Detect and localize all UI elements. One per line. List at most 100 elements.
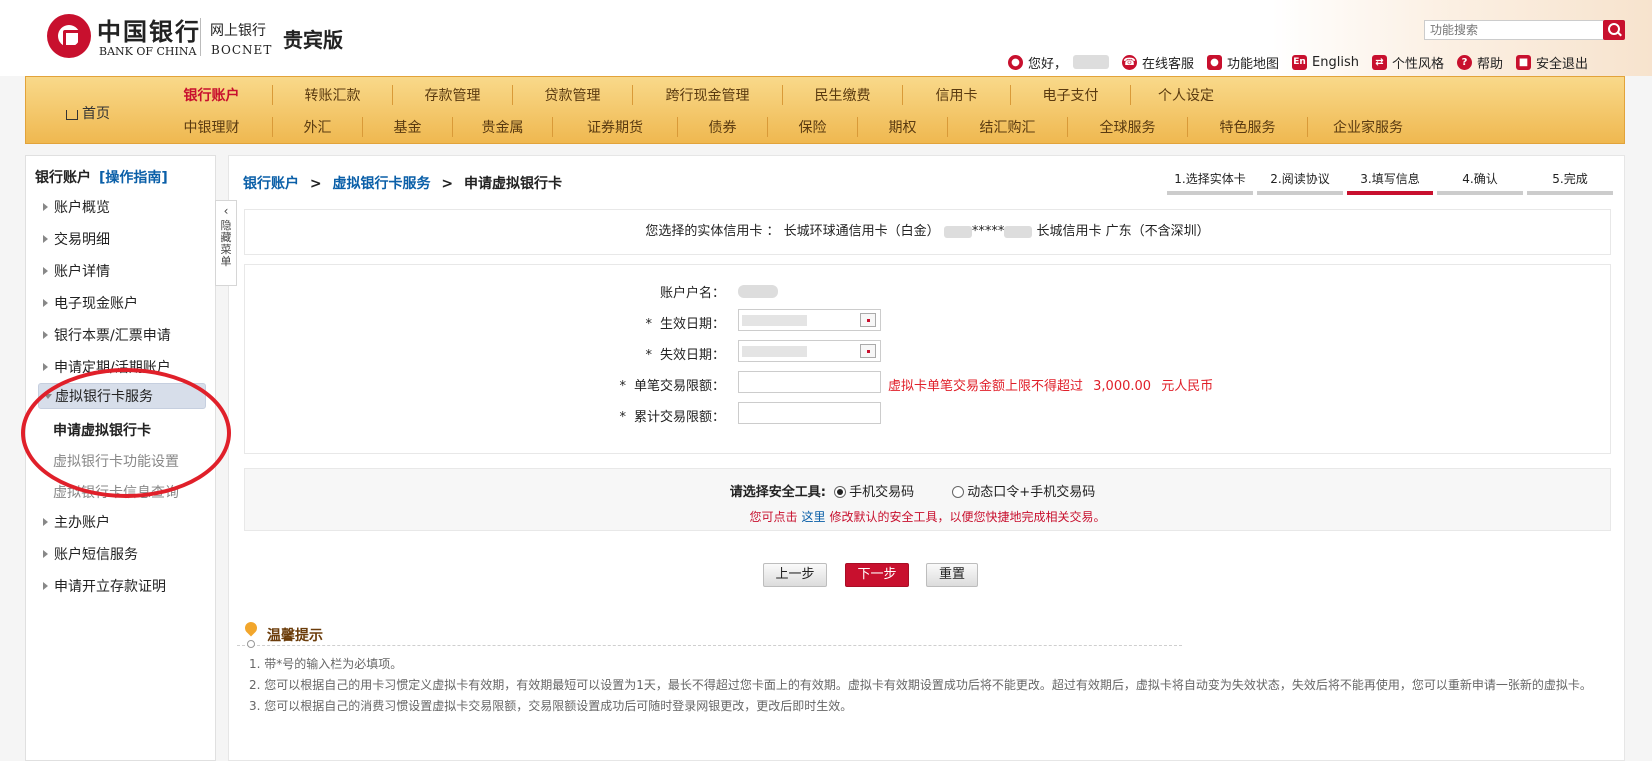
calendar-icon[interactable] (860, 313, 876, 327)
sidebar-item-sms[interactable]: 账户短信服务 (26, 542, 217, 568)
nav-item[interactable]: 民生缴费 (783, 85, 903, 105)
breadcrumb-sep: > (441, 176, 454, 192)
sidebar: 银行账户 [操作指南] 账户概览 交易明细 账户详情 电子现金账户 银行本票/汇票… (25, 155, 216, 761)
sidebar-item-virtual-card[interactable]: 虚拟银行卡服务 (38, 383, 206, 409)
step-item-current: 3.填写信息 (1347, 170, 1433, 195)
step-item: 1.选择实体卡 (1167, 170, 1253, 195)
required-mark: * (619, 379, 626, 394)
link-logout[interactable]: ■ 安全退出 (1516, 53, 1588, 72)
sidebar-item-overview[interactable]: 账户概览 (26, 195, 217, 221)
security-tool-section: 请选择安全工具: 手机交易码 动态口令+手机交易码 您可点击 这里 修改默认的安全工… (244, 468, 1611, 531)
chevron-right-icon (43, 267, 48, 275)
nav-item[interactable]: 基金 (363, 117, 453, 137)
next-button[interactable]: 下一步 (845, 563, 909, 587)
main-panel: 银行账户 > 虚拟银行卡服务 > 申请虚拟银行卡 1.选择实体卡 2.阅读协议 … (228, 155, 1625, 761)
nav-item[interactable]: 电子支付 (1011, 85, 1131, 105)
nav-item[interactable]: 特色服务 (1188, 117, 1308, 137)
nav-item[interactable]: 企业家服务 (1308, 117, 1428, 137)
nav-item[interactable]: 期权 (858, 117, 948, 137)
logo-cn-text: 中国银行 (97, 17, 201, 46)
logo-en-text: BANK OF CHINA (99, 45, 197, 58)
calendar-icon[interactable] (860, 344, 876, 358)
edition-label: 贵宾版 (283, 28, 343, 52)
nav-item[interactable]: 外汇 (273, 117, 363, 137)
label-text: 失效日期： (659, 348, 725, 363)
prev-button[interactable]: 上一步 (763, 563, 827, 587)
nav-home[interactable]: 首页 (66, 103, 110, 123)
lock-icon: ■ (1516, 54, 1532, 70)
security-options: 请选择安全工具: 手机交易码 动态口令+手机交易码 (245, 481, 1610, 500)
main-nav: 首页 银行账户 转账汇款 存款管理 贷款管理 跨行现金管理 民生缴费 信用卡 电… (25, 76, 1625, 144)
start-date-field[interactable] (738, 309, 881, 331)
nav-item[interactable]: 信用卡 (903, 85, 1011, 105)
link-english[interactable]: En English (1292, 54, 1359, 70)
search-icon[interactable] (1603, 20, 1625, 40)
nav-item[interactable]: 债券 (678, 117, 768, 137)
breadcrumb-link[interactable]: 银行账户 (243, 176, 299, 192)
link-online-service[interactable]: ☎ 在线客服 (1122, 53, 1194, 72)
step-item: 2.阅读协议 (1257, 170, 1343, 195)
option-label[interactable]: 手机交易码 (849, 485, 914, 500)
nav-row-1: 银行账户 转账汇款 存款管理 贷款管理 跨行现金管理 民生缴费 信用卡 电子支付… (151, 80, 1241, 110)
breadcrumb-link[interactable]: 虚拟银行卡服务 (332, 176, 430, 192)
nav-item[interactable]: 证券期货 (553, 117, 678, 137)
total-limit-label: * 累计交易限额： (619, 406, 725, 425)
sidebar-item-ecash[interactable]: 电子现金账户 (26, 291, 217, 317)
chevron-right-icon (43, 203, 48, 211)
user-greeting: ● 您好， (1008, 53, 1110, 72)
nav-home-label: 首页 (82, 106, 110, 122)
header: 中国银行 BANK OF CHINA 网上银行 BOCNET 贵宾版 ● 您好，… (0, 0, 1652, 76)
sidebar-item-deposit-cert[interactable]: 申请开立存款证明 (26, 574, 217, 600)
app-root: 中国银行 BANK OF CHINA 网上银行 BOCNET 贵宾版 ● 您好，… (0, 0, 1652, 761)
bank-logo-icon[interactable] (47, 14, 91, 58)
security-title: 请选择安全工具: (729, 485, 826, 500)
nav-item[interactable]: 贷款管理 (513, 85, 633, 105)
nav-item[interactable]: 转账汇款 (273, 85, 393, 105)
tips-dot (247, 640, 255, 648)
sidebar-item-draft[interactable]: 银行本票/汇票申请 (26, 323, 217, 349)
account-name-label: 账户户名： (659, 286, 725, 301)
sidebar-item-transactions[interactable]: 交易明细 (26, 227, 217, 253)
nav-item[interactable]: 全球服务 (1068, 117, 1188, 137)
tips-divider (237, 645, 1182, 646)
nav-row-2: 中银理财 外汇 基金 贵金属 证券期货 债券 保险 期权 结汇购汇 全球服务 特… (151, 112, 1428, 142)
end-date-field[interactable] (738, 340, 881, 362)
sidebar-item-label: 账户短信服务 (54, 547, 138, 563)
sidebar-subitem-settings[interactable]: 虚拟银行卡功能设置 (53, 451, 179, 471)
collapse-menu-tab[interactable]: ‹ 隐 藏 菜 单 (215, 200, 237, 286)
nav-item[interactable]: 跨行现金管理 (633, 85, 783, 105)
step-item: 5.完成 (1527, 170, 1613, 195)
sidebar-subitem-apply[interactable]: 申请虚拟银行卡 (53, 420, 151, 440)
nav-item[interactable]: 存款管理 (393, 85, 513, 105)
link-function-map[interactable]: ● 功能地图 (1207, 53, 1279, 72)
sidebar-title-text: 银行账户 (35, 170, 91, 186)
option-label[interactable]: 动态口令+手机交易码 (967, 485, 1095, 500)
sidebar-subitem-query[interactable]: 虚拟银行卡信息查询 (53, 482, 179, 502)
start-date-label: * 生效日期： (645, 313, 725, 332)
nav-item[interactable]: 个人设定 (1131, 85, 1241, 105)
link-help[interactable]: ? 帮助 (1457, 53, 1503, 72)
chevron-right-icon (43, 518, 48, 526)
breadcrumb-current: 申请虚拟银行卡 (463, 176, 562, 192)
nav-item[interactable]: 贵金属 (453, 117, 553, 137)
label-text: 单笔交易限额： (633, 379, 725, 394)
operation-guide-link[interactable]: [操作指南] (99, 170, 168, 186)
nav-item[interactable]: 结汇购汇 (948, 117, 1068, 137)
radio-token-sms[interactable] (952, 485, 965, 498)
nav-item[interactable]: 中银理财 (151, 117, 273, 137)
reset-button[interactable]: 重置 (926, 563, 978, 587)
card-form: 账户户名： * 生效日期： * 失效日期： * 单笔交易限额： 虚拟卡单笔交易金额上限… (244, 264, 1611, 454)
sidebar-item-account-details[interactable]: 账户详情 (26, 259, 217, 285)
radio-sms-code[interactable] (834, 485, 847, 498)
total-limit-input[interactable] (738, 402, 881, 424)
search-input[interactable] (1424, 20, 1604, 40)
nav-item[interactable]: 保险 (768, 117, 858, 137)
single-limit-input[interactable] (738, 371, 881, 393)
change-tool-link[interactable]: 这里 (801, 510, 825, 524)
end-date-redacted (742, 346, 807, 357)
nav-item[interactable]: 银行账户 (151, 85, 273, 105)
sidebar-item-main-account[interactable]: 主办账户 (26, 510, 217, 536)
sidebar-item-label: 主办账户 (54, 515, 110, 531)
link-style[interactable]: ⇄ 个性风格 (1372, 53, 1444, 72)
sidebar-item-open-account[interactable]: 申请定期/活期账户 (26, 355, 217, 381)
